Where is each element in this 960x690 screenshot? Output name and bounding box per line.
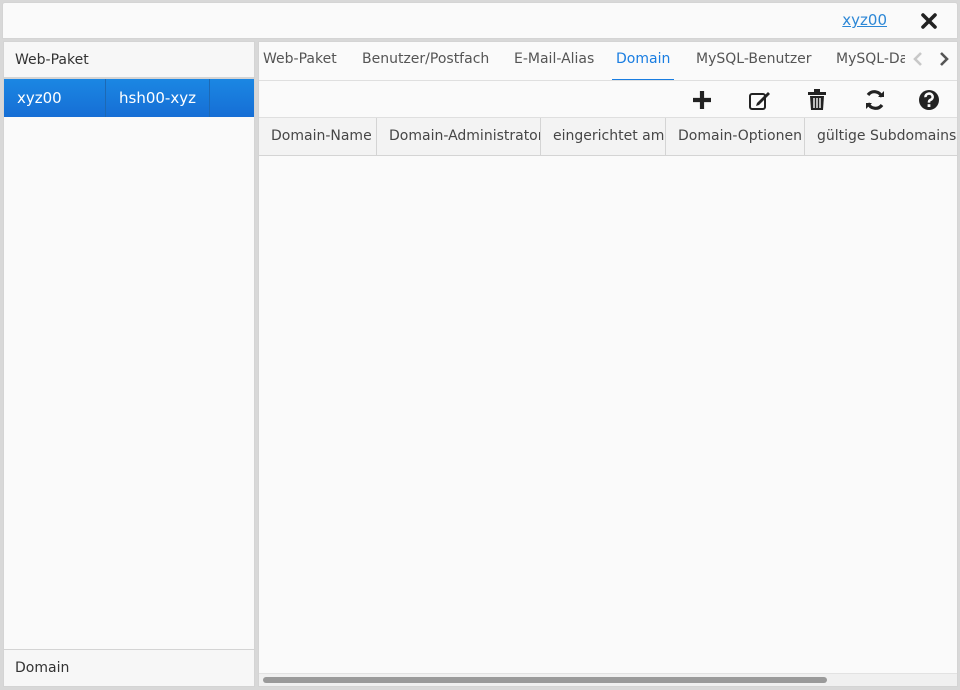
column-header-domain-name[interactable]: Domain-Name: [259, 118, 377, 155]
add-button[interactable]: [689, 87, 715, 113]
column-header-created-on[interactable]: eingerichtet am: [541, 118, 666, 155]
trash-icon: [808, 89, 826, 110]
row-name-cell: xyz00: [4, 79, 106, 117]
column-header-domain-administrator[interactable]: Domain-Administrator: [377, 118, 541, 155]
help-button[interactable]: [916, 87, 942, 113]
horizontal-scrollbar[interactable]: [259, 673, 957, 686]
tab-scroll-left-button[interactable]: [913, 52, 923, 70]
tab-mysql-benutzer[interactable]: MySQL-Benutzer: [692, 42, 816, 80]
tab-scroller: [905, 42, 957, 80]
tab-web-paket[interactable]: Web-Paket: [259, 42, 341, 80]
close-button[interactable]: [915, 7, 943, 35]
left-panel: Web-Paket xyz00 hsh00-xyz Domain: [3, 41, 255, 687]
tab-scroll-right-button[interactable]: [939, 52, 949, 70]
tab-email-alias[interactable]: E-Mail-Alias: [510, 42, 598, 80]
grid-body: [259, 156, 957, 674]
grid-header: Domain-Name Domain-Administrator eingeri…: [259, 118, 957, 156]
toolbar: [259, 81, 957, 118]
help-icon: [919, 90, 939, 110]
left-panel-footer: Domain: [4, 649, 254, 686]
refresh-button[interactable]: [862, 87, 888, 113]
table-row[interactable]: xyz00 hsh00-xyz: [4, 79, 254, 117]
chevron-left-icon: [913, 52, 922, 66]
right-panel: Web-Paket Benutzer/Postfach E-Mail-Alias…: [258, 41, 958, 687]
edit-icon: [749, 92, 770, 110]
user-link[interactable]: xyz00: [842, 11, 887, 29]
edit-button[interactable]: [747, 87, 773, 113]
scrollbar-thumb[interactable]: [263, 677, 827, 683]
delete-button[interactable]: [804, 87, 830, 113]
row-owner-cell: hsh00-xyz: [106, 79, 210, 117]
tab-bar: Web-Paket Benutzer/Postfach E-Mail-Alias…: [259, 42, 957, 81]
column-header-domain-options[interactable]: Domain-Optionen: [666, 118, 805, 155]
column-header-valid-subdomains[interactable]: gültige Subdomains (o: [805, 118, 957, 155]
tab-mysql-datenbank[interactable]: MySQL-Da: [832, 42, 912, 80]
plus-icon: [693, 91, 711, 109]
left-panel-title: Web-Paket: [4, 42, 254, 79]
close-icon: [921, 13, 937, 29]
top-bar: xyz00: [2, 2, 958, 39]
tab-benutzer-postfach[interactable]: Benutzer/Postfach: [358, 42, 493, 80]
chevron-right-icon: [940, 52, 949, 66]
refresh-icon: [866, 90, 884, 110]
tab-domain[interactable]: Domain: [612, 42, 675, 80]
